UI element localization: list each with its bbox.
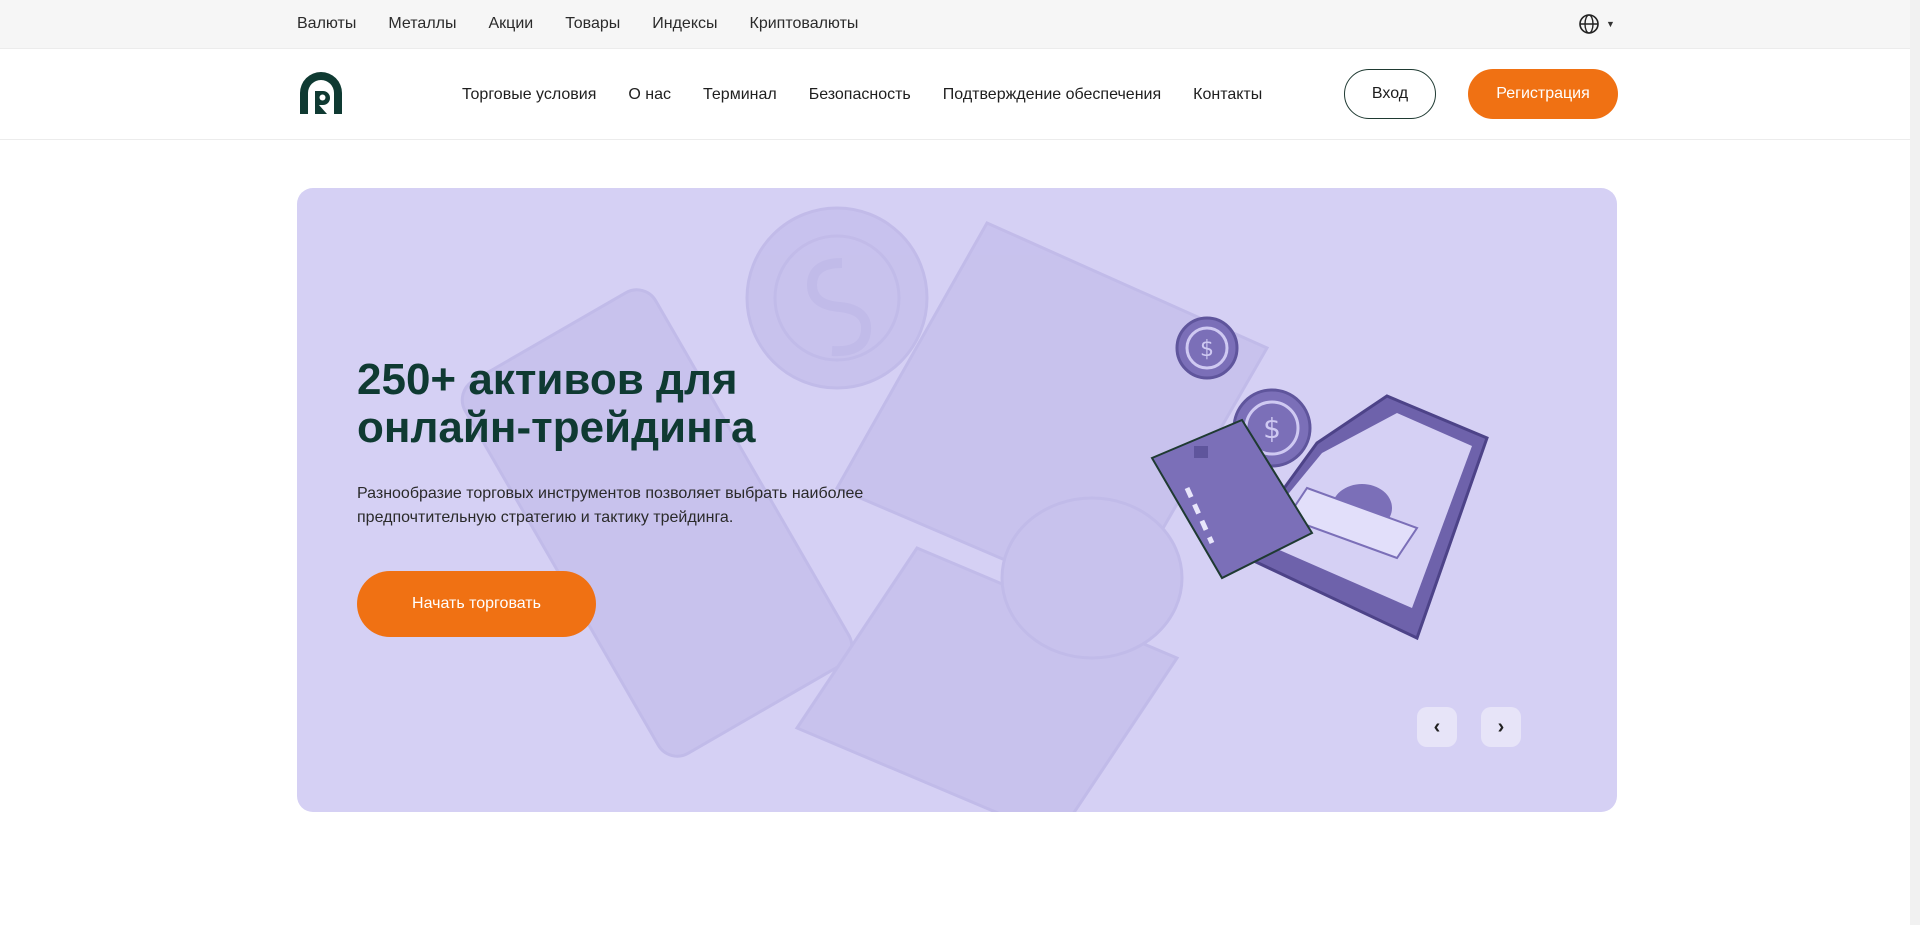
category-link-commodities[interactable]: Товары	[565, 15, 620, 33]
carousel-prev-button[interactable]: ‹	[1417, 707, 1457, 747]
main-nav: Торговые условия О нас Терминал Безопасн…	[462, 49, 1262, 141]
nav-terminal[interactable]: Терминал	[703, 86, 777, 104]
login-button[interactable]: Вход	[1344, 69, 1436, 119]
language-selector[interactable]: ▼	[1578, 12, 1615, 36]
nav-contacts[interactable]: Контакты	[1193, 86, 1262, 104]
hero-title: 250+ активов для онлайн-трейдинга	[357, 355, 756, 452]
main-header: Торговые условия О нас Терминал Безопасн…	[0, 48, 1910, 140]
category-link-indices[interactable]: Индексы	[652, 15, 717, 33]
register-button[interactable]: Регистрация	[1468, 69, 1618, 119]
nav-trading-conditions[interactable]: Торговые условия	[462, 86, 596, 104]
hero-banner: $ $ 250+ активов для онлайн-трейдинга Ра…	[297, 188, 1617, 812]
category-link-currencies[interactable]: Валюты	[297, 15, 356, 33]
page-scrollbar[interactable]	[1910, 0, 1920, 925]
chevron-down-icon: ▼	[1606, 19, 1615, 29]
globe-icon	[1579, 14, 1599, 34]
category-links: Валюты Металлы Акции Товары Индексы Крип…	[297, 0, 858, 48]
category-link-metals[interactable]: Металлы	[388, 15, 456, 33]
nav-proof-of-reserves[interactable]: Подтверждение обеспечения	[943, 86, 1161, 104]
category-link-crypto[interactable]: Криптовалюты	[750, 15, 859, 33]
top-category-bar: Валюты Металлы Акции Товары Индексы Крип…	[0, 0, 1920, 48]
carousel-next-button[interactable]: ›	[1481, 707, 1521, 747]
start-trading-button[interactable]: Начать торговать	[357, 571, 596, 637]
svg-text:$: $	[1200, 337, 1214, 362]
category-link-stocks[interactable]: Акции	[488, 15, 533, 33]
svg-text:$: $	[1263, 412, 1281, 445]
nav-security[interactable]: Безопасность	[809, 86, 911, 104]
brand-logo[interactable]	[297, 69, 345, 117]
nav-about[interactable]: О нас	[628, 86, 671, 104]
hero-description: Разнообразие торговых инструментов позво…	[357, 485, 864, 526]
